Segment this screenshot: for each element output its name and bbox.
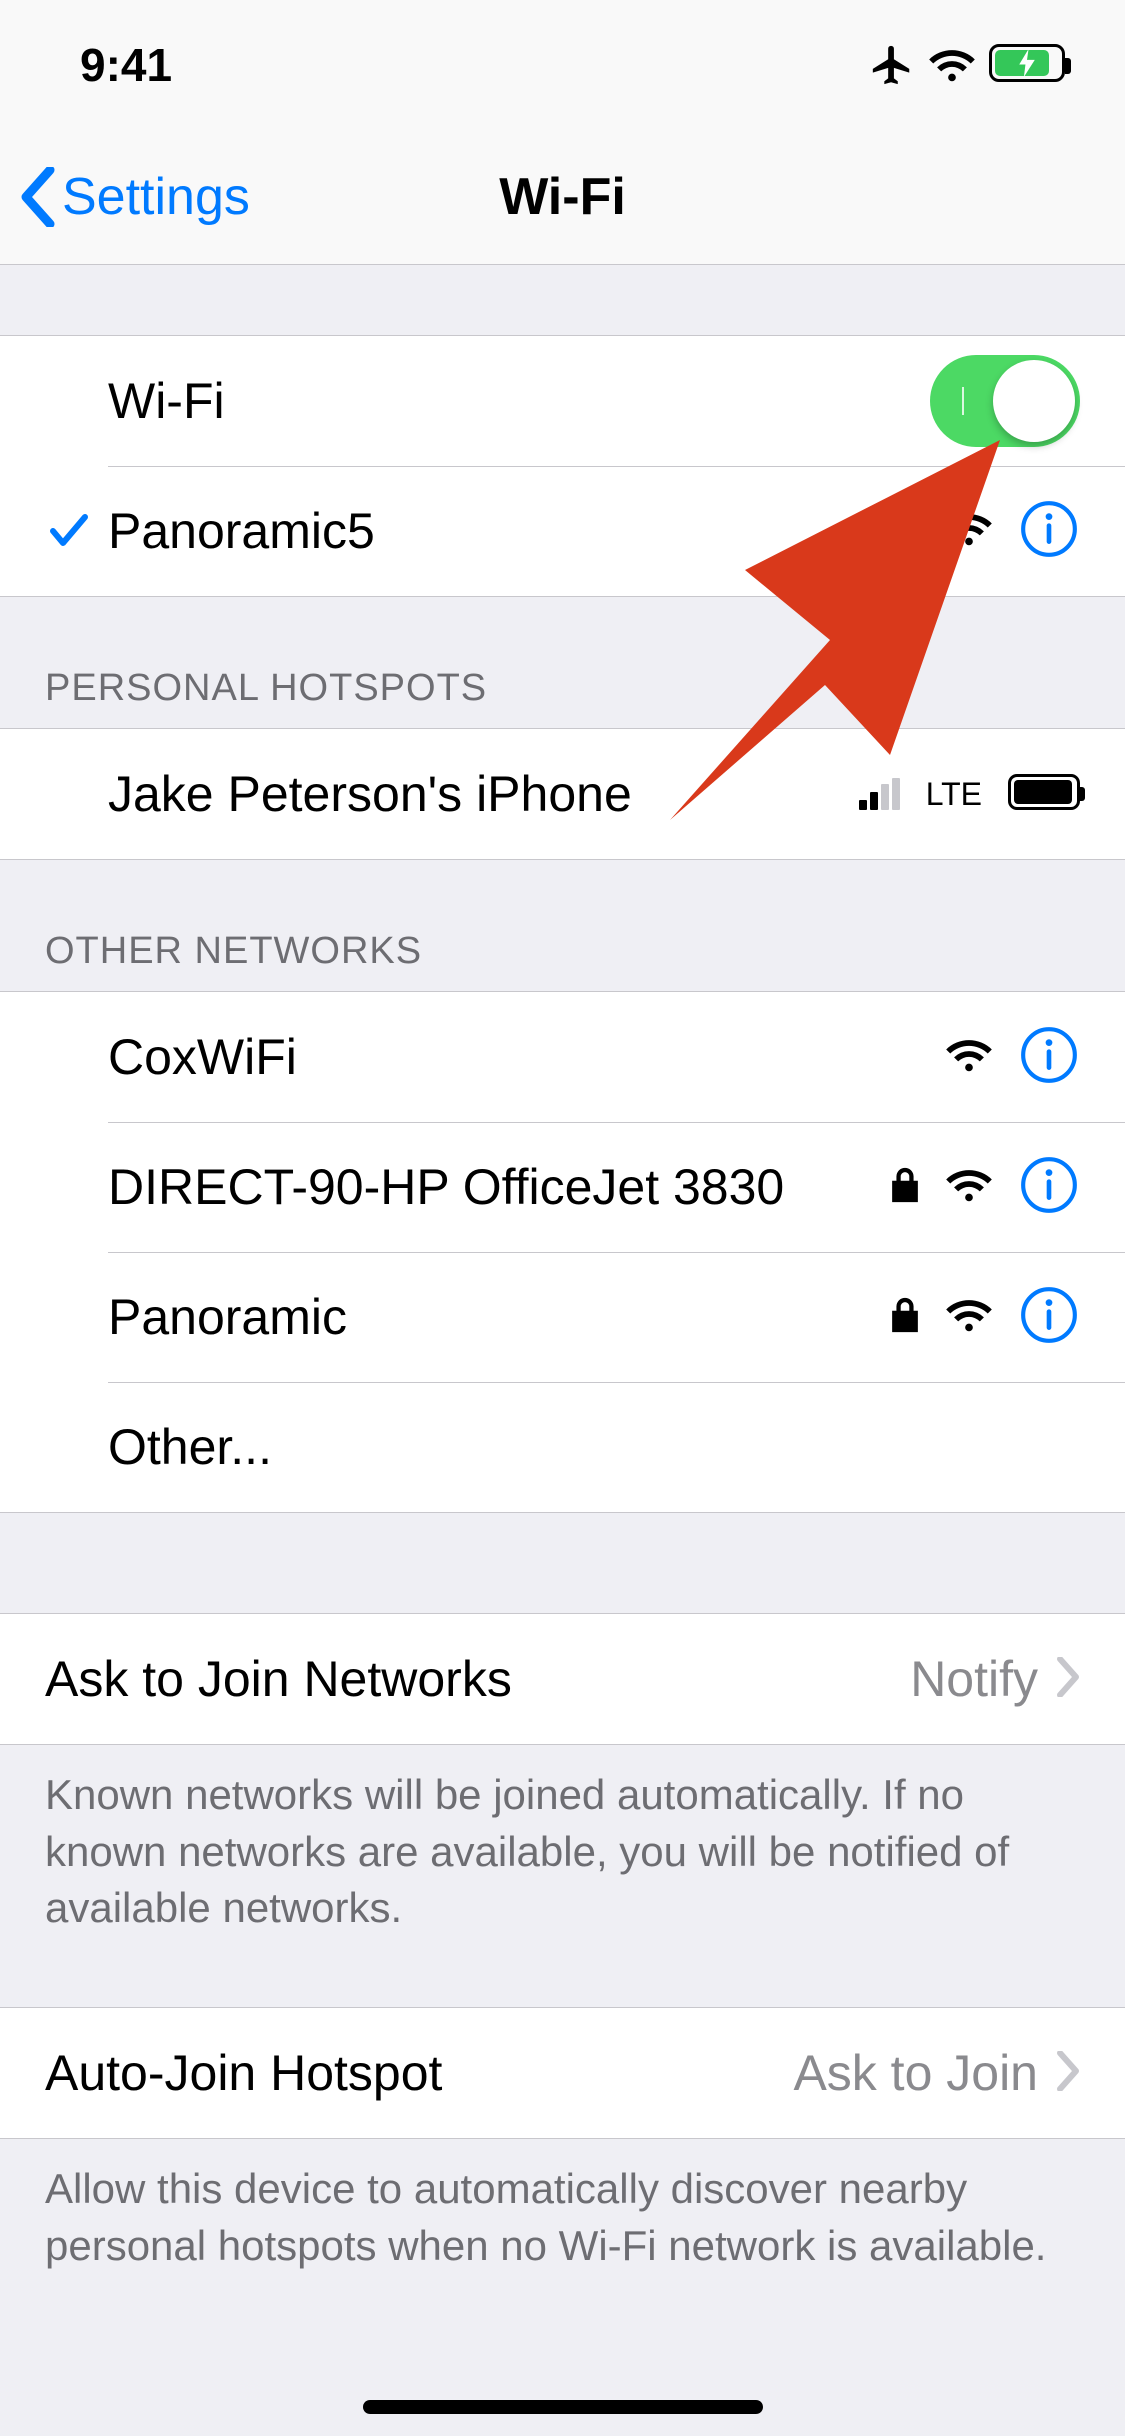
other-networks-group: CoxWiFi DIRECT-90-HP OfficeJet 3830 [0, 991, 1125, 1513]
battery-icon [989, 44, 1065, 87]
chevron-right-icon [1056, 1657, 1080, 1702]
network-name: Panoramic [108, 1260, 890, 1374]
nav-bar: Settings Wi-Fi [0, 130, 1125, 265]
status-icons [869, 42, 1065, 88]
info-button[interactable] [1018, 1284, 1080, 1351]
info-button[interactable] [1018, 1024, 1080, 1091]
auto-join-label: Auto-Join Hotspot [45, 2016, 793, 2130]
wifi-icon [929, 45, 975, 85]
other-network-row[interactable]: Other... [0, 1382, 1125, 1512]
back-label: Settings [62, 167, 250, 227]
status-time: 9:41 [80, 38, 172, 92]
hotspot-row[interactable]: Jake Peterson's iPhone LTE [0, 729, 1125, 859]
wifi-toggle[interactable] [930, 355, 1080, 447]
ask-to-join-value: Notify [910, 1650, 1038, 1708]
network-name: DIRECT-90-HP OfficeJet 3830 [108, 1130, 890, 1244]
cellular-signal-icon [859, 778, 900, 810]
ask-to-join-group: Ask to Join Networks Notify [0, 1613, 1125, 1745]
chevron-right-icon [1056, 2051, 1080, 2096]
page-title: Wi-Fi [499, 167, 626, 227]
hotspot-group: Jake Peterson's iPhone LTE [0, 728, 1125, 860]
chevron-left-icon [20, 167, 56, 227]
wifi-toggle-row[interactable]: Wi-Fi [0, 336, 1125, 466]
connected-network-row[interactable]: Panoramic5 [0, 466, 1125, 596]
auto-join-footer: Allow this device to automatically disco… [0, 2139, 1125, 2274]
auto-join-hotspot-row[interactable]: Auto-Join Hotspot Ask to Join [0, 2008, 1125, 2138]
wifi-strength-icon [946, 1035, 992, 1080]
ask-to-join-footer: Known networks will be joined automatica… [0, 1745, 1125, 1937]
lock-icon [890, 509, 920, 554]
ask-to-join-row[interactable]: Ask to Join Networks Notify [0, 1614, 1125, 1744]
back-button[interactable]: Settings [20, 130, 250, 264]
wifi-toggle-label: Wi-Fi [108, 344, 930, 458]
hotspot-battery-icon [1008, 774, 1080, 815]
auto-join-hotspot-group: Auto-Join Hotspot Ask to Join [0, 2007, 1125, 2139]
auto-join-value: Ask to Join [793, 2044, 1038, 2102]
network-row[interactable]: CoxWiFi [0, 992, 1125, 1122]
wifi-group: Wi-Fi Panoramic5 [0, 335, 1125, 597]
info-button[interactable] [1018, 1154, 1080, 1221]
other-label: Other... [108, 1390, 1080, 1504]
network-name: CoxWiFi [108, 1000, 946, 1114]
other-networks-header: OTHER NETWORKS [0, 860, 1125, 991]
connected-network-name: Panoramic5 [108, 474, 890, 588]
hotspot-name: Jake Peterson's iPhone [108, 737, 859, 851]
ask-to-join-label: Ask to Join Networks [45, 1622, 910, 1736]
airplane-mode-icon [869, 42, 915, 88]
network-row[interactable]: DIRECT-90-HP OfficeJet 3830 [0, 1122, 1125, 1252]
status-bar: 9:41 [0, 0, 1125, 130]
checkmark-icon [45, 507, 108, 555]
info-button[interactable] [1018, 498, 1080, 565]
lock-icon [890, 1165, 920, 1210]
wifi-strength-icon [946, 1165, 992, 1210]
home-indicator[interactable] [363, 2400, 763, 2414]
content: Wi-Fi Panoramic5 PERSONAL HOTSPOTS [0, 265, 1125, 2436]
personal-hotspots-header: PERSONAL HOTSPOTS [0, 597, 1125, 728]
wifi-strength-icon [946, 509, 992, 554]
cellular-label: LTE [926, 776, 982, 813]
lock-icon [890, 1295, 920, 1340]
network-row[interactable]: Panoramic [0, 1252, 1125, 1382]
wifi-strength-icon [946, 1295, 992, 1340]
